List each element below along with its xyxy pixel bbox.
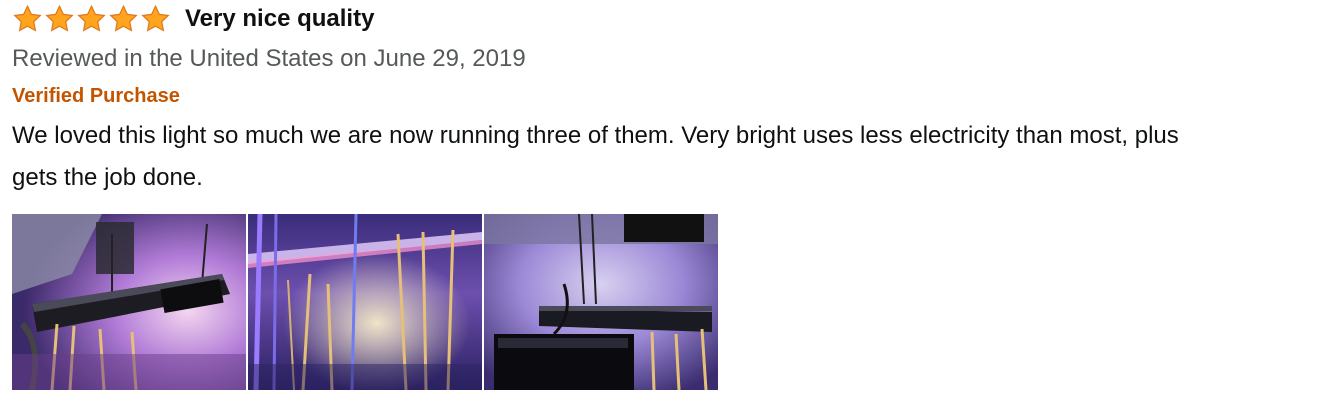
- verified-purchase-badge: Verified Purchase: [12, 85, 180, 107]
- star-icon: [140, 4, 171, 34]
- review-body: We loved this light so much we are now r…: [12, 115, 1318, 199]
- star-rating[interactable]: [12, 4, 171, 34]
- grow-light-photo-1[interactable]: [12, 214, 246, 390]
- star-icon: [108, 4, 139, 34]
- review-images: [12, 214, 718, 390]
- review-body-line-1: We loved this light so much we are now r…: [12, 122, 1179, 149]
- star-icon: [12, 4, 43, 34]
- review-title[interactable]: Very nice quality: [185, 5, 374, 33]
- grow-light-photo-3[interactable]: [484, 214, 718, 390]
- review-card: Very nice quality Reviewed in the United…: [12, 0, 1318, 199]
- star-icon: [44, 4, 75, 34]
- review-body-end: .: [196, 164, 203, 191]
- star-icon: [76, 4, 107, 34]
- review-body-line-2: gets the job done: [12, 164, 197, 191]
- review-date: Reviewed in the United States on June 29…: [12, 45, 526, 72]
- review-title-row: Very nice quality: [12, 0, 1318, 38]
- grow-light-photo-2[interactable]: [248, 214, 482, 390]
